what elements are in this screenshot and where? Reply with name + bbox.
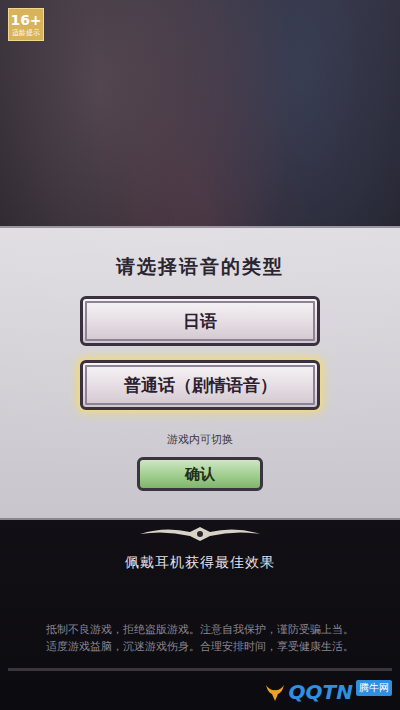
voice-option[interactable]: 普通话（剧情语音） — [80, 360, 320, 410]
advisory-line: 抵制不良游戏，拒绝盗版游戏。注意自我保护，谨防受骗上当。 — [46, 622, 354, 637]
health-advisory: 抵制不良游戏，拒绝盗版游戏。注意自我保护，谨防受骗上当。适度游戏益脑，沉迷游戏伤… — [46, 622, 354, 654]
loading-bar — [8, 668, 392, 671]
watermark: QQTN腾牛网 — [264, 680, 392, 704]
switch-note: 游戏内可切换 — [167, 432, 233, 447]
voice-option[interactable]: 日语 — [80, 296, 320, 346]
ornament-icon — [135, 524, 265, 544]
headphone-hint: 佩戴耳机获得最佳效果 — [125, 554, 275, 572]
footer-area: 佩戴耳机获得最佳效果抵制不良游戏，拒绝盗版游戏。注意自我保护，谨防受骗上当。适度… — [0, 520, 400, 654]
advisory-line: 适度游戏益脑，沉迷游戏伤身。合理安排时间，享受健康生活。 — [46, 639, 354, 654]
bull-logo-icon — [264, 681, 286, 703]
voice-dialog: 请选择语音的类型日语普通话（剧情语音） 游戏内可切换确认 — [0, 226, 400, 520]
dialog-title: 请选择语音的类型 — [116, 254, 284, 280]
confirm-button[interactable]: 确认 — [137, 457, 263, 491]
watermark-logo: QQTN — [289, 680, 353, 704]
screen: 请选择语音的类型日语普通话（剧情语音） 游戏内可切换确认佩戴耳机获得最佳效果抵制不… — [0, 0, 400, 710]
age-rating: 16+ — [10, 12, 41, 28]
background-art — [0, 0, 400, 226]
age-label: 适龄提示 — [12, 28, 40, 38]
age-badge: 16+适龄提示 — [8, 8, 44, 41]
watermark-site: 腾牛网 — [356, 680, 392, 696]
